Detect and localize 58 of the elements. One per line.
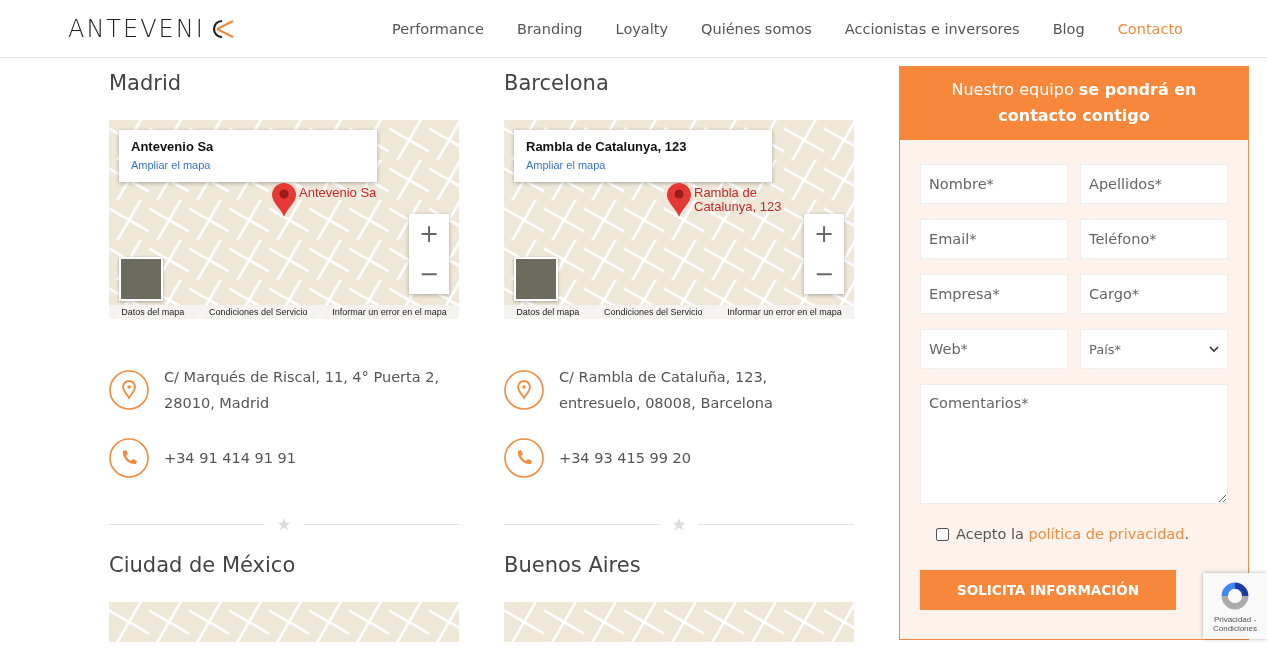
zoom-out-button[interactable]: −	[804, 254, 844, 294]
input-field[interactable]: Empresa*	[920, 274, 1068, 314]
nav-link[interactable]: Performance	[392, 20, 484, 37]
phone-icon	[504, 438, 544, 478]
city-heading: Madrid	[109, 70, 183, 96]
location-pin-icon	[504, 370, 544, 410]
map-pin-icon	[666, 182, 692, 218]
country-dropdown[interactable]: País*	[1080, 329, 1228, 369]
logo[interactable]: ANTEVENI	[68, 14, 235, 43]
location-pin-icon	[109, 370, 149, 410]
enlarge-map-link[interactable]: Ampliar el mapa	[131, 159, 211, 171]
input-field[interactable]: Nombre*	[920, 164, 1068, 204]
recaptcha-text: Privacidad - Condiciones	[1212, 615, 1258, 633]
place-name: Rambla de Catalunya, 123	[526, 139, 688, 154]
phone-number: +34 93 415 99 20	[559, 449, 693, 468]
zoom-in-button[interactable]: +	[409, 214, 449, 254]
nav-link[interactable]: Loyalty	[615, 20, 669, 37]
nav-link[interactable]: Blog	[1052, 20, 1085, 37]
map-footer-link[interactable]: Condiciones del Servicio	[208, 307, 308, 317]
nav-link[interactable]: Quiénes somos	[701, 20, 812, 37]
map-footer-link[interactable]: Datos del mapa	[121, 307, 185, 317]
satellite-thumbnail[interactable]	[119, 257, 163, 301]
consent-text: Acepto la política de privacidad.	[956, 526, 1190, 542]
phone-number: +34 91 414 91 91	[164, 449, 298, 468]
input-field[interactable]: Cargo*	[1080, 274, 1228, 314]
comments-field[interactable]: Comentarios*	[920, 384, 1228, 504]
privacy-checkbox[interactable]	[936, 527, 949, 541]
nav-link[interactable]: Accionistas e inversores	[844, 20, 1020, 37]
recaptcha-badge[interactable]: Privacidad - Condiciones	[1203, 573, 1267, 639]
input-field[interactable]: Web*	[920, 329, 1068, 369]
map-footer-link[interactable]: Informar un error en el mapa	[727, 307, 842, 317]
marker-label: Rambla de Catalunya, 123	[694, 186, 783, 214]
input-field[interactable]: Email*	[920, 219, 1068, 259]
star-icon	[672, 517, 686, 531]
star-icon	[277, 517, 291, 531]
map-pin-icon	[271, 182, 297, 218]
marker-label: Antevenio Sa	[299, 186, 377, 200]
phone-icon	[109, 438, 149, 478]
zoom-out-button[interactable]: −	[409, 254, 449, 294]
place-name: Antevenio Sa	[131, 139, 215, 154]
address-text: C/ Marqués de Riscal, 11, 4° Puerta 2, 28010, Madrid	[164, 368, 441, 413]
city-heading: Buenos Aires	[504, 552, 642, 578]
map-placeholder[interactable]: Antevenio Sa Ampliar el mapa Antevenio Sa + − Datos del mapa Condiciones del Servicio Informar un error en el mapa	[109, 120, 459, 319]
zoom-in-button[interactable]: +	[804, 214, 844, 254]
map-footer-link[interactable]: Condiciones del Servicio	[603, 307, 703, 317]
address-text: C/ Rambla de Cataluña, 123, entresuelo, 08008, Barcelona	[559, 368, 774, 413]
city-heading: Barcelona	[504, 70, 610, 96]
form-title: Nuestro equipo se pondrá en contacto contigo	[951, 80, 1197, 125]
satellite-thumbnail[interactable]	[514, 257, 558, 301]
city-heading: Ciudad de México	[109, 552, 297, 578]
enlarge-map-link[interactable]: Ampliar el mapa	[526, 159, 606, 171]
nav-link[interactable]: Branding	[516, 20, 583, 37]
map-footer-link[interactable]: Informar un error en el mapa	[332, 307, 447, 317]
map-footer-link[interactable]: Datos del mapa	[516, 307, 580, 317]
map-placeholder[interactable]: Rambla de Catalunya, 123 Ampliar el mapa Rambla de Catalunya, 123 + − Datos del mapa Condiciones del Servicio Informar un error en el mapa	[504, 120, 854, 319]
input-field[interactable]: Apellidos*	[1080, 164, 1228, 204]
input-field[interactable]: Teléfono*	[1080, 219, 1228, 259]
chevron-down-icon	[1209, 345, 1219, 353]
